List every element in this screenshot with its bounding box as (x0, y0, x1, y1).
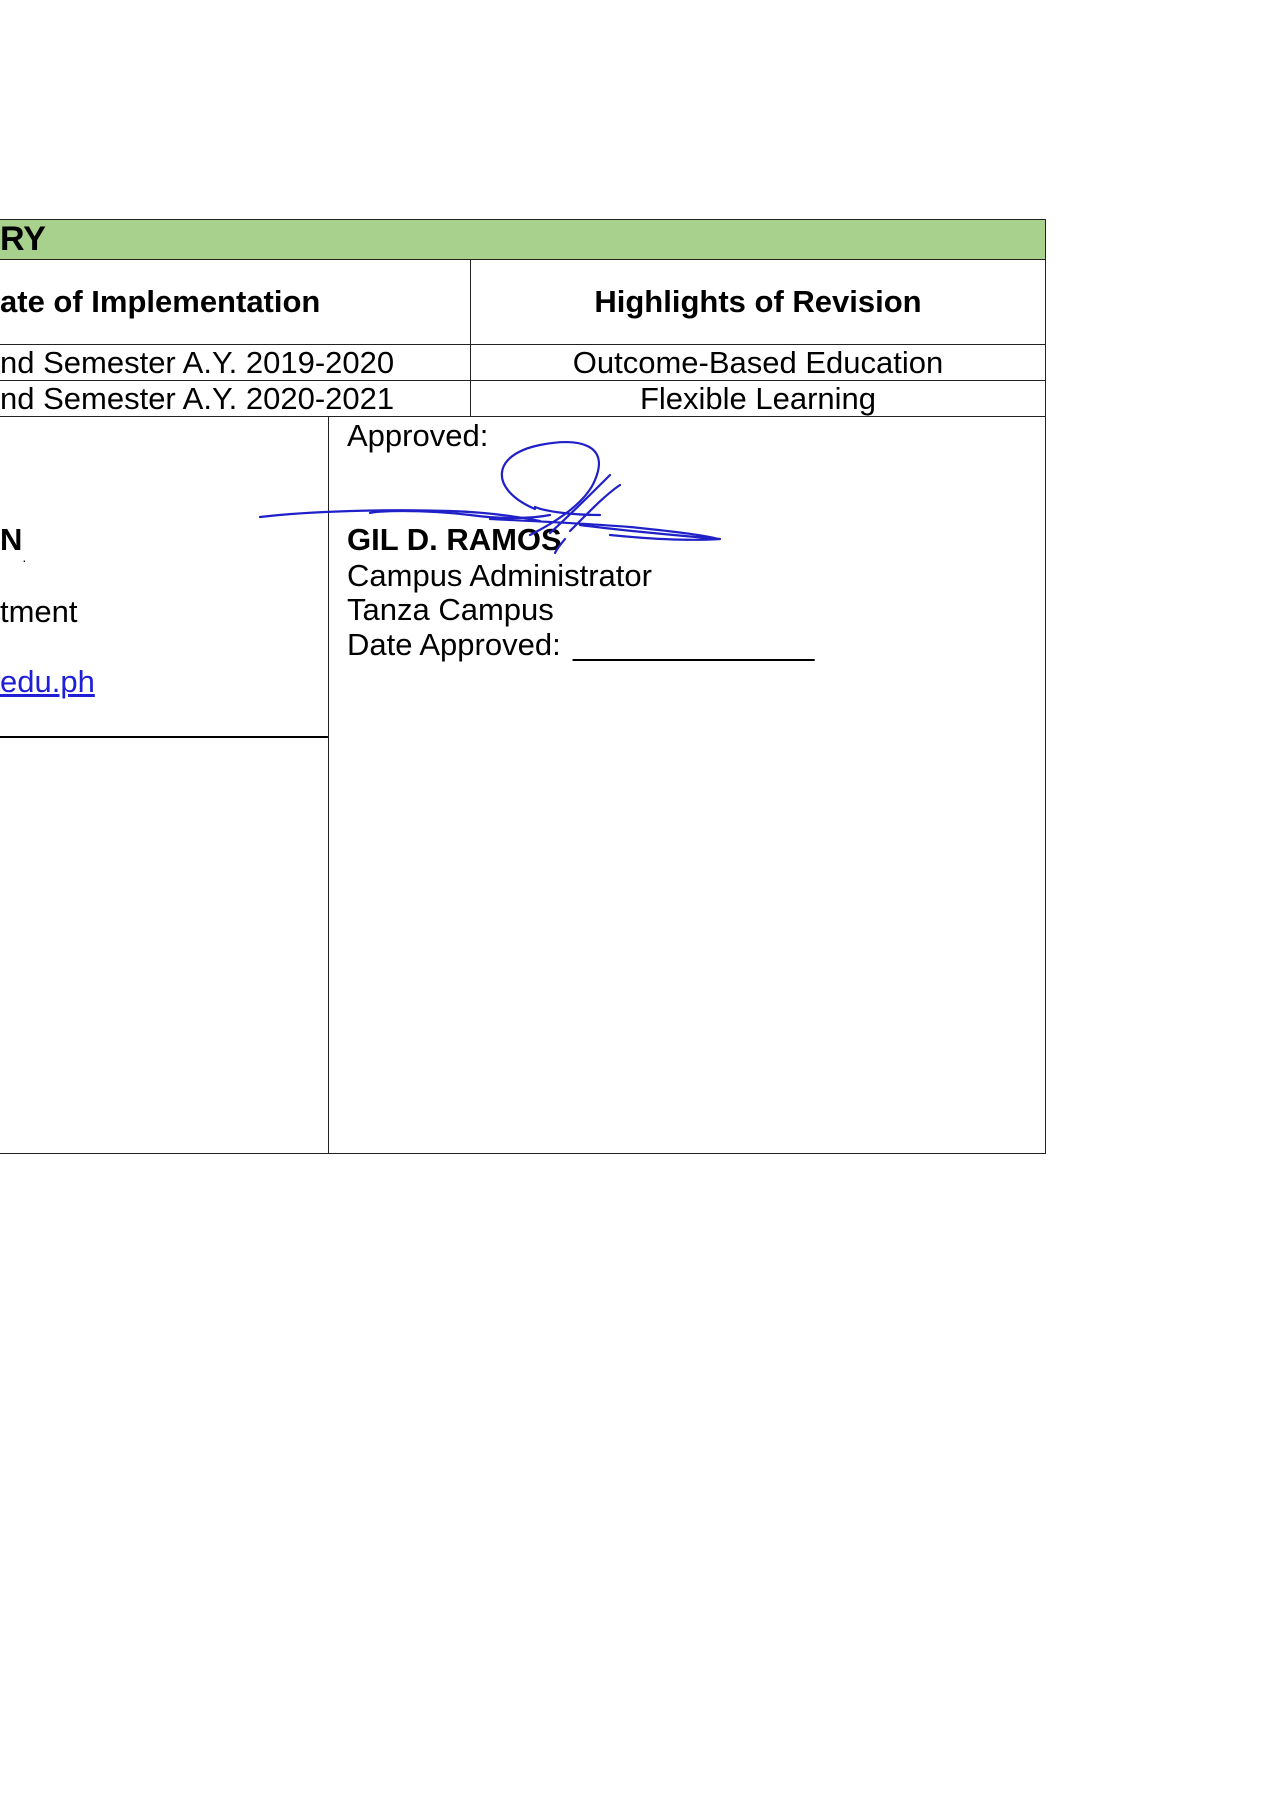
table-title-divider (0, 259, 1046, 260)
date-approved-label: Date Approved: (347, 627, 561, 662)
row2-date: nd Semester A.Y. 2020-2021 (0, 381, 395, 416)
row1-date: nd Semester A.Y. 2019-2020 (0, 345, 395, 380)
revision-history-title: RY (0, 220, 46, 258)
date-approved-blank: ______________ (573, 627, 815, 662)
stray-dot: · (22, 552, 27, 568)
row2-highlight: Flexible Learning (639, 381, 877, 416)
revision-history-title-band (0, 219, 1046, 259)
approver-signature (258, 441, 722, 555)
header-highlights-of-revision: Highlights of Revision (594, 284, 922, 319)
preparer-name-fragment: N (0, 522, 23, 557)
table-border-right (1045, 219, 1046, 1154)
header-date-of-implementation: ate of Implementation (0, 284, 321, 319)
row1-highlight: Outcome-Based Education (572, 345, 944, 380)
department-fragment: tment (0, 594, 78, 629)
signature-box-bottom (0, 1153, 1046, 1154)
approver-campus: Tanza Campus (347, 592, 554, 627)
table-border-top (0, 219, 1046, 220)
date-blank-line: ___________________ (0, 704, 328, 739)
email-link-fragment[interactable]: edu.ph (0, 664, 95, 700)
